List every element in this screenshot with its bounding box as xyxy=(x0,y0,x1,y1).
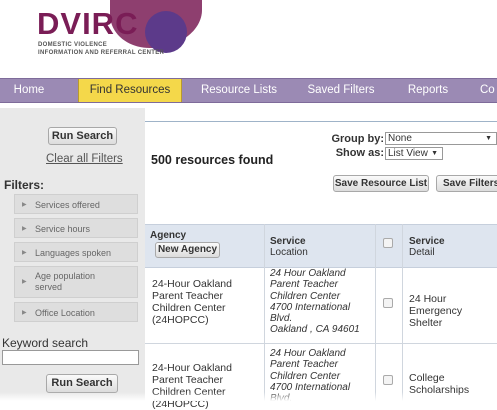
cell-line: 24 Hour xyxy=(409,293,447,305)
cell-line: Emergency Shelter xyxy=(409,305,463,329)
new-agency-button[interactable]: New Agency xyxy=(155,242,220,258)
row-divider xyxy=(145,343,497,344)
cell-line: 24 Hour Oakland xyxy=(270,268,346,279)
table-row-2-agency: 24-Hour Oakland Parent Teacher Children … xyxy=(152,362,232,410)
col-header-service-location: Service Location xyxy=(270,236,308,258)
cell-line: 24-Hour Oakland xyxy=(152,278,232,290)
run-search-button[interactable]: Run Search xyxy=(48,127,117,145)
nav-item-resource-lists[interactable]: Resource Lists xyxy=(198,79,280,102)
group-by-label: Group by: xyxy=(331,133,384,145)
row-2-checkbox[interactable] xyxy=(383,375,393,385)
col-header-line-1: Service xyxy=(270,236,306,247)
nav-item-home[interactable]: Home xyxy=(8,79,50,102)
group-by-select[interactable]: None ▼ xyxy=(385,132,497,145)
clear-filters-link[interactable]: Clear all Filters xyxy=(46,153,123,165)
filter-languages-spoken[interactable]: ▶ Languages spoken xyxy=(14,242,138,262)
select-all-checkbox[interactable] xyxy=(383,238,393,248)
row-1-checkbox[interactable] xyxy=(383,298,393,308)
chevron-right-icon: ▶ xyxy=(22,310,27,316)
col-header-line-2: Location xyxy=(270,247,308,258)
chevron-right-icon: ▶ xyxy=(22,226,27,232)
filter-services-offered[interactable]: ▶ Services offered xyxy=(14,194,138,214)
cell-line: Parent Teacher xyxy=(270,359,339,371)
run-search-bottom-button[interactable]: Run Search xyxy=(46,374,118,393)
column-divider xyxy=(402,224,403,401)
cell-line: Parent Teacher xyxy=(270,279,339,291)
nav-item-find-resources[interactable]: Find Resources xyxy=(78,79,182,102)
filters-heading: Filters: xyxy=(4,178,45,192)
show-as-select[interactable]: List View ▼ xyxy=(385,147,443,160)
column-divider xyxy=(264,224,265,401)
keyword-search-label: Keyword search xyxy=(2,336,89,350)
filter-label-line-2: served xyxy=(35,282,63,292)
chevron-right-icon: ▶ xyxy=(22,279,27,285)
chevron-down-icon: ▼ xyxy=(485,135,492,142)
cell-line: Parent Teacher xyxy=(152,290,224,302)
table-row-1-location: 24 Hour Oakland Parent Teacher Children … xyxy=(270,268,360,336)
filter-label-line-1: Age population xyxy=(35,271,96,281)
nav-item-saved-filters[interactable]: Saved Filters xyxy=(303,79,379,102)
column-divider xyxy=(375,224,376,401)
cell-line: Children Center xyxy=(270,290,341,302)
cell-line: 4700 International xyxy=(270,301,351,313)
group-by-value: None xyxy=(388,133,412,144)
brand-name: DVIRC xyxy=(37,6,139,41)
cell-line: 24-Hour Oakland xyxy=(152,362,232,374)
cell-line: Children Center xyxy=(152,302,226,314)
filter-label: Office Location xyxy=(35,308,95,318)
brand-subtitle-line-1: DOMESTIC VIOLENCE xyxy=(38,42,108,48)
divider xyxy=(145,121,497,122)
nav-item-reports[interactable]: Reports xyxy=(400,79,456,102)
cell-line: (24HOPCC) xyxy=(152,314,209,326)
save-resource-list-button[interactable]: Save Resource List xyxy=(333,175,429,192)
table-row-1-agency: 24-Hour Oakland Parent Teacher Children … xyxy=(152,278,232,326)
nav-item-truncated[interactable]: Co xyxy=(480,79,497,102)
table-row-1-detail: 24 Hour Emergency Shelter xyxy=(409,293,497,329)
filter-age-population[interactable]: ▶ Age population served xyxy=(14,266,138,298)
cell-line: College xyxy=(409,372,445,384)
col-header-line-1: Service xyxy=(409,236,445,247)
col-header-agency: Agency xyxy=(150,230,187,241)
chevron-right-icon: ▶ xyxy=(22,250,27,256)
brand-subtitle: DOMESTIC VIOLENCE INFORMATION AND REFERR… xyxy=(38,41,164,57)
header: DVIRC DOMESTIC VIOLENCE INFORMATION AND … xyxy=(0,0,497,78)
bottom-fade xyxy=(0,392,497,401)
cell-line: Parent Teacher xyxy=(152,374,224,386)
cell-line: Blvd. xyxy=(270,313,293,325)
filter-label: Languages spoken xyxy=(35,248,112,258)
filter-label: Service hours xyxy=(35,224,91,234)
filter-service-hours[interactable]: ▶ Service hours xyxy=(14,218,138,238)
col-header-line-2: Detail xyxy=(409,247,435,258)
cell-line: Children Center xyxy=(270,370,341,382)
keyword-search-input[interactable] xyxy=(2,350,139,365)
filter-label: Age population served xyxy=(35,271,95,293)
show-as-label: Show as: xyxy=(335,147,384,159)
col-header-service-detail: Service Detail xyxy=(409,236,445,258)
show-as-value: List View xyxy=(388,148,428,159)
cell-line: 24 Hour Oakland xyxy=(270,348,346,359)
results-count: 500 resources found xyxy=(151,153,274,167)
filter-office-location[interactable]: ▶ Office Location xyxy=(14,302,138,322)
brand-subtitle-line-2: INFORMATION AND REFERRAL CENTER xyxy=(38,50,165,56)
chevron-down-icon: ▼ xyxy=(431,150,438,157)
save-filters-button[interactable]: Save Filters xyxy=(436,175,497,192)
cell-line: Oakland , CA 94601 xyxy=(270,324,360,336)
main-nav: Home Find Resources Resource Lists Saved… xyxy=(0,78,497,103)
chevron-right-icon: ▶ xyxy=(22,202,27,208)
filter-label: Services offered xyxy=(35,200,100,210)
